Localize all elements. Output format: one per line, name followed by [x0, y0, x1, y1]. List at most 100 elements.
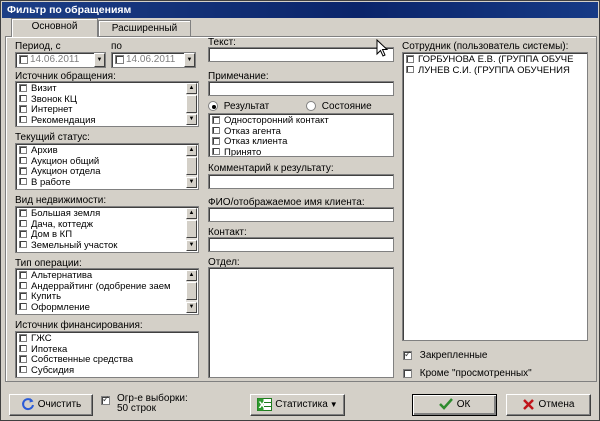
operation-list[interactable]: Альтернатива Андеррайтинг (одобрение зае… [15, 268, 199, 315]
period-from-value: 14.06.2011 [30, 54, 80, 65]
list-item[interactable]: ГОРБУНОВА Е.В. (ГРУППА ОБУЧЕ [406, 55, 585, 66]
scroll-down-icon[interactable]: ▼ [186, 177, 197, 188]
except-viewed-checkbox[interactable] [403, 368, 412, 378]
limit-text: Огр-е выборки: 50 строк [117, 394, 188, 414]
list-item[interactable]: ЛУНЕВ С.И. (ГРУППА ОБУЧЕНИЯ [406, 65, 585, 77]
list-item[interactable]: Архив [19, 146, 184, 157]
cancel-button-label: Отмена [538, 399, 575, 410]
list-item[interactable]: Андеррайтинг (одобрение заем [19, 281, 184, 293]
period-to-dropdown-icon[interactable]: ▼ [184, 53, 195, 67]
scroll-thumb[interactable] [186, 220, 197, 238]
list-item[interactable]: Дача, коттедж [19, 219, 184, 231]
result-radio-label: Результат [223, 101, 270, 112]
limit-checkbox[interactable] [101, 394, 110, 405]
tab-extended-label: Расширенный [111, 23, 178, 34]
scroll-thumb[interactable] [186, 282, 197, 300]
statistics-button[interactable]: X Статистика ▼ [250, 394, 345, 416]
state-radio[interactable] [306, 101, 316, 112]
list-item[interactable]: В работе [19, 177, 184, 189]
scroll-down-icon[interactable]: ▼ [186, 302, 197, 313]
financing-label: Источник финансирования: [15, 320, 143, 331]
property-list[interactable]: Большая земля Дача, коттедж Дом в КП Зем… [15, 206, 199, 253]
mouse-pointer-icon [376, 39, 389, 57]
window-title: Фильтр по обращениям [2, 2, 598, 18]
period-from-label: Период, с [15, 41, 61, 52]
cross-icon [522, 398, 534, 410]
list-item[interactable]: Ипотека [19, 344, 195, 356]
list-item[interactable]: Рекомендация [19, 115, 184, 127]
state-radio-group: Состояние [306, 101, 372, 112]
list-item[interactable]: Альтернатива [19, 271, 184, 282]
note-input[interactable] [208, 81, 394, 96]
list-item[interactable]: Отказ агента [212, 126, 390, 138]
limit-option[interactable] [101, 394, 110, 406]
state-radio-label: Состояние [321, 101, 372, 112]
source-scrollbar[interactable]: ▲ ▼ [186, 83, 197, 125]
dropdown-arrow-icon: ▼ [329, 400, 338, 409]
list-item[interactable]: Интернет [19, 105, 184, 116]
scroll-up-icon[interactable]: ▲ [186, 270, 197, 281]
department-list[interactable] [208, 267, 394, 378]
except-viewed-option[interactable]: Кроме "просмотренных" [403, 368, 532, 379]
list-item[interactable]: Аукцион отдела [19, 167, 184, 178]
employee-list[interactable]: ГОРБУНОВА Е.В. (ГРУППА ОБУЧЕ ЛУНЕВ С.И. … [402, 52, 588, 341]
contact-input[interactable] [208, 237, 394, 252]
list-item[interactable]: Собственные средства [19, 355, 195, 366]
period-from-dropdown-icon[interactable]: ▼ [94, 53, 105, 67]
list-item[interactable]: Оформление [19, 302, 184, 314]
statistics-button-label: Статистика [275, 399, 328, 410]
status-scrollbar[interactable]: ▲ ▼ [186, 145, 197, 188]
list-item[interactable]: Звонок КЦ [19, 94, 184, 106]
scroll-down-icon[interactable]: ▼ [186, 114, 197, 125]
operation-scrollbar[interactable]: ▲ ▼ [186, 270, 197, 313]
tab-main-label: Основной [31, 21, 78, 32]
list-item[interactable]: Визит [19, 84, 184, 95]
list-item[interactable]: Односторонний контакт [212, 116, 390, 127]
list-item[interactable]: Принято [212, 147, 390, 156]
tab-main[interactable]: Основной [11, 18, 98, 37]
refresh-icon [21, 398, 34, 411]
list-item[interactable]: Купить [19, 292, 184, 303]
pinned-label: Закрепленные [419, 350, 488, 361]
cancel-button[interactable]: Отмена [506, 394, 591, 416]
list-item[interactable]: ГЖС [19, 334, 195, 345]
list-item[interactable]: Аукцион общий [19, 156, 184, 168]
property-scrollbar[interactable]: ▲ ▼ [186, 208, 197, 251]
source-list[interactable]: Визит Звонок КЦ Интернет Рекомендация ▲ … [15, 81, 199, 127]
comment-input[interactable] [208, 174, 394, 189]
limit-line2: 50 строк [117, 403, 156, 414]
text-input[interactable] [208, 47, 394, 62]
pinned-option[interactable]: Закрепленные [403, 349, 488, 361]
list-item[interactable]: Земельный участок [19, 240, 184, 252]
scroll-thumb[interactable] [186, 157, 197, 175]
fio-input[interactable] [208, 207, 394, 222]
spreadsheet-icon: X [257, 397, 273, 411]
period-to-label: по [111, 41, 122, 52]
list-item[interactable]: Большая земля [19, 209, 184, 220]
ok-button[interactable]: ОК [412, 394, 497, 416]
scroll-up-icon[interactable]: ▲ [186, 145, 197, 156]
financing-list[interactable]: ГЖС Ипотека Собственные средства Субсиди… [15, 331, 199, 378]
result-radio[interactable] [208, 101, 218, 112]
period-from-checkbox[interactable] [19, 54, 28, 64]
list-item[interactable]: Дом в КП [19, 230, 184, 241]
scroll-thumb[interactable] [186, 95, 197, 113]
clear-button-label: Очистить [37, 399, 82, 410]
employee-label: Сотрудник (пользователь системы): [402, 41, 569, 52]
status-label: Текущий статус: [15, 132, 90, 143]
comment-label: Комментарий к результату: [208, 163, 334, 174]
scroll-up-icon[interactable]: ▲ [186, 83, 197, 94]
list-item[interactable]: Отказ клиента [212, 137, 390, 148]
scroll-down-icon[interactable]: ▼ [186, 240, 197, 251]
scroll-up-icon[interactable]: ▲ [186, 208, 197, 219]
tab-extended[interactable]: Расширенный [98, 20, 191, 37]
status-list[interactable]: Архив Аукцион общий Аукцион отдела В раб… [15, 143, 199, 190]
result-list[interactable]: Односторонний контакт Отказ агента Отказ… [208, 113, 394, 157]
pinned-checkbox[interactable] [403, 349, 412, 360]
checkmark-icon [438, 398, 453, 411]
period-from-field[interactable]: 14.06.2011 [15, 52, 106, 68]
clear-button[interactable]: Очистить [9, 394, 93, 416]
list-item[interactable]: Субсидия [19, 365, 195, 377]
period-to-checkbox[interactable] [115, 54, 124, 64]
ok-button-label: ОК [456, 399, 471, 410]
